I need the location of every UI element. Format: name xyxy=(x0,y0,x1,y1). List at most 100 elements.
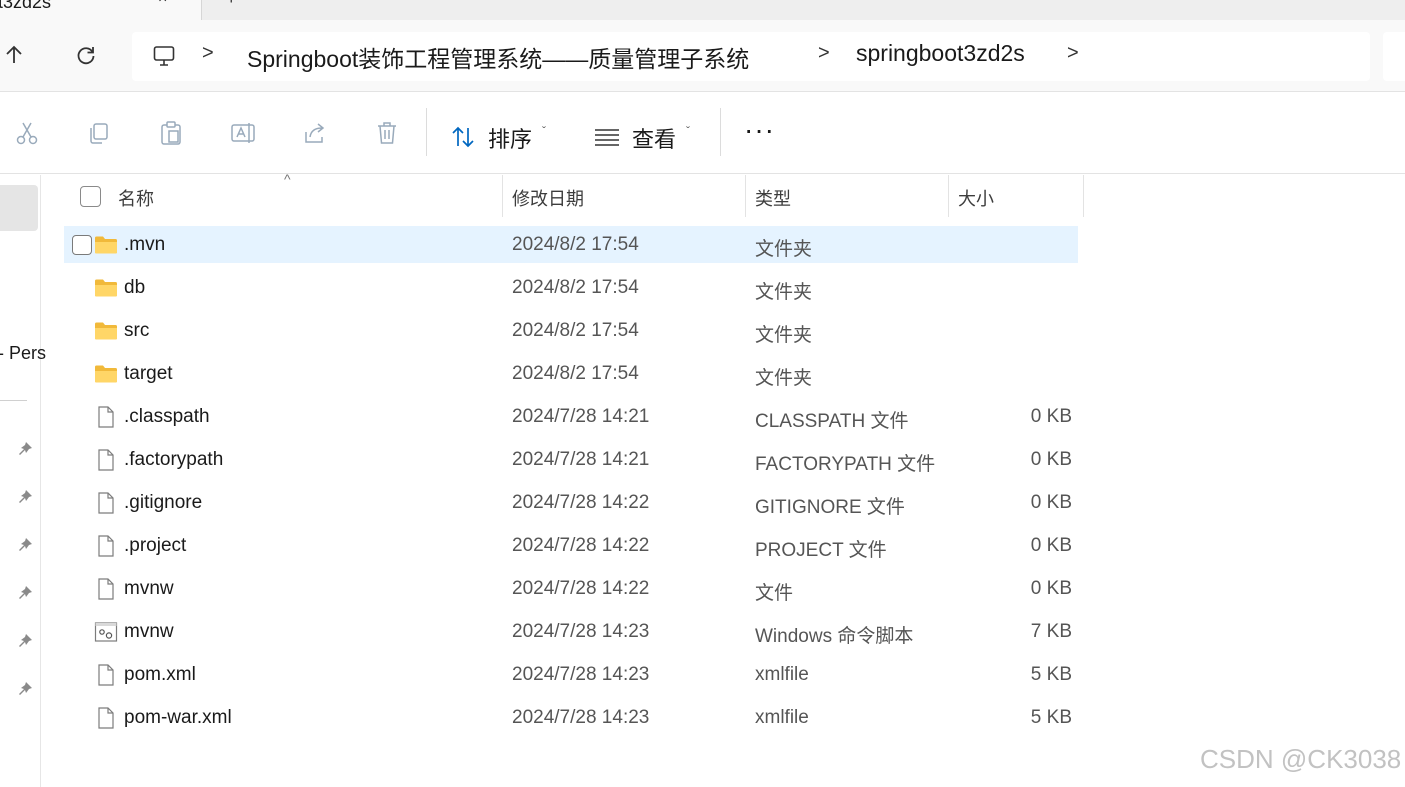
file-icon xyxy=(94,577,118,601)
pin-icon xyxy=(19,586,32,599)
file-row[interactable]: pom-war.xml 2024/7/28 14:23 xmlfile 5 KB xyxy=(64,699,1078,736)
file-row[interactable]: src 2024/8/2 17:54 文件夹 xyxy=(64,312,1078,349)
breadcrumb-item[interactable]: Springboot装饰工程管理系统——质量管理子系统 xyxy=(247,40,749,74)
file-row[interactable]: db 2024/8/2 17:54 文件夹 xyxy=(64,269,1078,306)
file-row[interactable]: target 2024/8/2 17:54 文件夹 xyxy=(64,355,1078,392)
sort-ascending-icon: ^ xyxy=(284,171,291,187)
file-size: 0 KB xyxy=(1030,578,1072,599)
file-name: .factorypath xyxy=(124,449,224,470)
command-bar: 排序 ˇ 查看 ˇ ··· xyxy=(0,92,1405,174)
column-size-label: 大小 xyxy=(958,189,994,209)
file-size: 0 KB xyxy=(1030,535,1072,556)
file-modified-date: 2024/8/2 17:54 xyxy=(512,320,639,341)
file-row[interactable]: .mvn 2024/8/2 17:54 文件夹 xyxy=(64,226,1078,263)
file-size: 0 KB xyxy=(1030,449,1072,470)
arrow-up-icon xyxy=(6,45,22,63)
file-type: xmlfile xyxy=(755,707,809,728)
file-icon xyxy=(94,448,118,472)
pin-icon xyxy=(19,442,32,455)
file-name: .classpath xyxy=(124,406,210,427)
file-icon xyxy=(94,663,118,687)
up-button[interactable] xyxy=(0,40,28,70)
file-icon xyxy=(94,491,118,515)
file-type: PROJECT 文件 xyxy=(755,540,887,561)
file-size: 7 KB xyxy=(1030,621,1072,642)
nav-divider xyxy=(0,400,27,401)
select-all-checkbox[interactable] xyxy=(80,186,101,207)
file-name: .project xyxy=(124,535,187,556)
file-name: mvnw xyxy=(124,621,174,642)
sort-icon xyxy=(452,126,474,148)
share-icon[interactable] xyxy=(302,120,328,146)
view-dropdown-chevron-icon: ˇ xyxy=(686,124,690,138)
delete-icon[interactable] xyxy=(374,120,400,146)
file-type: 文件夹 xyxy=(755,282,813,303)
more-options-button[interactable]: ··· xyxy=(744,114,775,146)
folder-icon xyxy=(94,276,118,300)
cut-icon[interactable] xyxy=(14,120,40,146)
file-modified-date: 2024/8/2 17:54 xyxy=(512,234,639,255)
breadcrumb-dropdown[interactable]: > xyxy=(1067,42,1079,65)
file-modified-date: 2024/8/2 17:54 xyxy=(512,363,639,384)
file-type: GITIGNORE 文件 xyxy=(755,497,905,518)
file-row[interactable]: .classpath 2024/7/28 14:21 CLASSPATH 文件 0 K… xyxy=(64,398,1078,435)
refresh-button[interactable] xyxy=(72,40,100,70)
file-modified-date: 2024/7/28 14:23 xyxy=(512,707,650,728)
folder-icon xyxy=(94,362,118,386)
file-size: 5 KB xyxy=(1030,664,1072,685)
tab-strip: t3zd2s × + xyxy=(0,0,1405,20)
folder-icon xyxy=(94,319,118,343)
file-modified-date: 2024/7/28 14:22 xyxy=(512,535,650,556)
column-name-label: 名称 xyxy=(118,189,154,209)
copy-icon[interactable] xyxy=(86,120,112,146)
file-modified-date: 2024/7/28 14:22 xyxy=(512,492,650,513)
refresh-icon xyxy=(77,47,95,65)
new-tab-button[interactable]: + xyxy=(226,0,237,9)
tab-active[interactable]: t3zd2s × xyxy=(0,0,202,20)
column-name[interactable]: 名称 ^ xyxy=(64,171,503,217)
file-row[interactable]: .factorypath 2024/7/28 14:21 FACTORYPATH 文… xyxy=(64,441,1078,478)
file-name: target xyxy=(124,363,173,384)
file-size: 5 KB xyxy=(1030,707,1072,728)
toolbar-divider xyxy=(720,108,721,156)
column-modified[interactable]: 修改日期 xyxy=(503,175,746,217)
view-icon xyxy=(595,129,619,146)
sort-button[interactable]: 排序 xyxy=(488,122,532,154)
navigation-pane: - Pers xyxy=(0,175,46,787)
file-row[interactable]: .project 2024/7/28 14:22 PROJECT 文件 0 KB xyxy=(64,527,1078,564)
file-row[interactable]: pom.xml 2024/7/28 14:23 xmlfile 5 KB xyxy=(64,656,1078,693)
address-bar[interactable]: > Springboot装饰工程管理系统——质量管理子系统 > springbo… xyxy=(132,32,1370,81)
file-icon xyxy=(94,405,118,429)
tab-title: t3zd2s xyxy=(0,0,52,12)
search-box[interactable] xyxy=(1383,32,1405,81)
row-checkbox[interactable] xyxy=(72,235,92,255)
column-header: 名称 ^ 修改日期 类型 大小 xyxy=(64,171,1084,217)
file-modified-date: 2024/7/28 14:23 xyxy=(512,621,650,642)
file-modified-date: 2024/7/28 14:21 xyxy=(512,449,650,470)
paste-icon[interactable] xyxy=(158,120,184,146)
tab-close-icon[interactable]: × xyxy=(158,0,167,8)
file-modified-date: 2024/7/28 14:22 xyxy=(512,578,650,599)
nav-item-selected[interactable] xyxy=(0,185,38,231)
file-size: 0 KB xyxy=(1030,492,1072,513)
nav-item-label[interactable]: - Pers xyxy=(0,343,46,364)
pin-icon xyxy=(19,634,32,647)
view-button[interactable]: 查看 xyxy=(632,122,676,154)
breadcrumb-item[interactable]: springboot3zd2s xyxy=(856,40,1025,67)
file-icon xyxy=(94,534,118,558)
script-file-icon xyxy=(94,620,118,644)
column-type[interactable]: 类型 xyxy=(746,175,949,217)
rename-icon[interactable] xyxy=(230,120,256,146)
file-name: pom.xml xyxy=(124,664,196,685)
file-row[interactable]: .gitignore 2024/7/28 14:22 GITIGNORE 文件 0 K… xyxy=(64,484,1078,521)
file-type: CLASSPATH 文件 xyxy=(755,411,909,432)
file-icon xyxy=(94,706,118,730)
file-type: Windows 命令脚本 xyxy=(755,626,914,647)
file-name: .mvn xyxy=(124,234,166,255)
toolbar-divider xyxy=(426,108,427,156)
column-size[interactable]: 大小 xyxy=(949,175,1084,217)
file-modified-date: 2024/7/28 14:21 xyxy=(512,406,650,427)
file-row[interactable]: mvnw 2024/7/28 14:22 文件 0 KB xyxy=(64,570,1078,607)
file-row[interactable]: mvnw 2024/7/28 14:23 Windows 命令脚本 7 KB xyxy=(64,613,1078,650)
file-name: mvnw xyxy=(124,578,174,599)
